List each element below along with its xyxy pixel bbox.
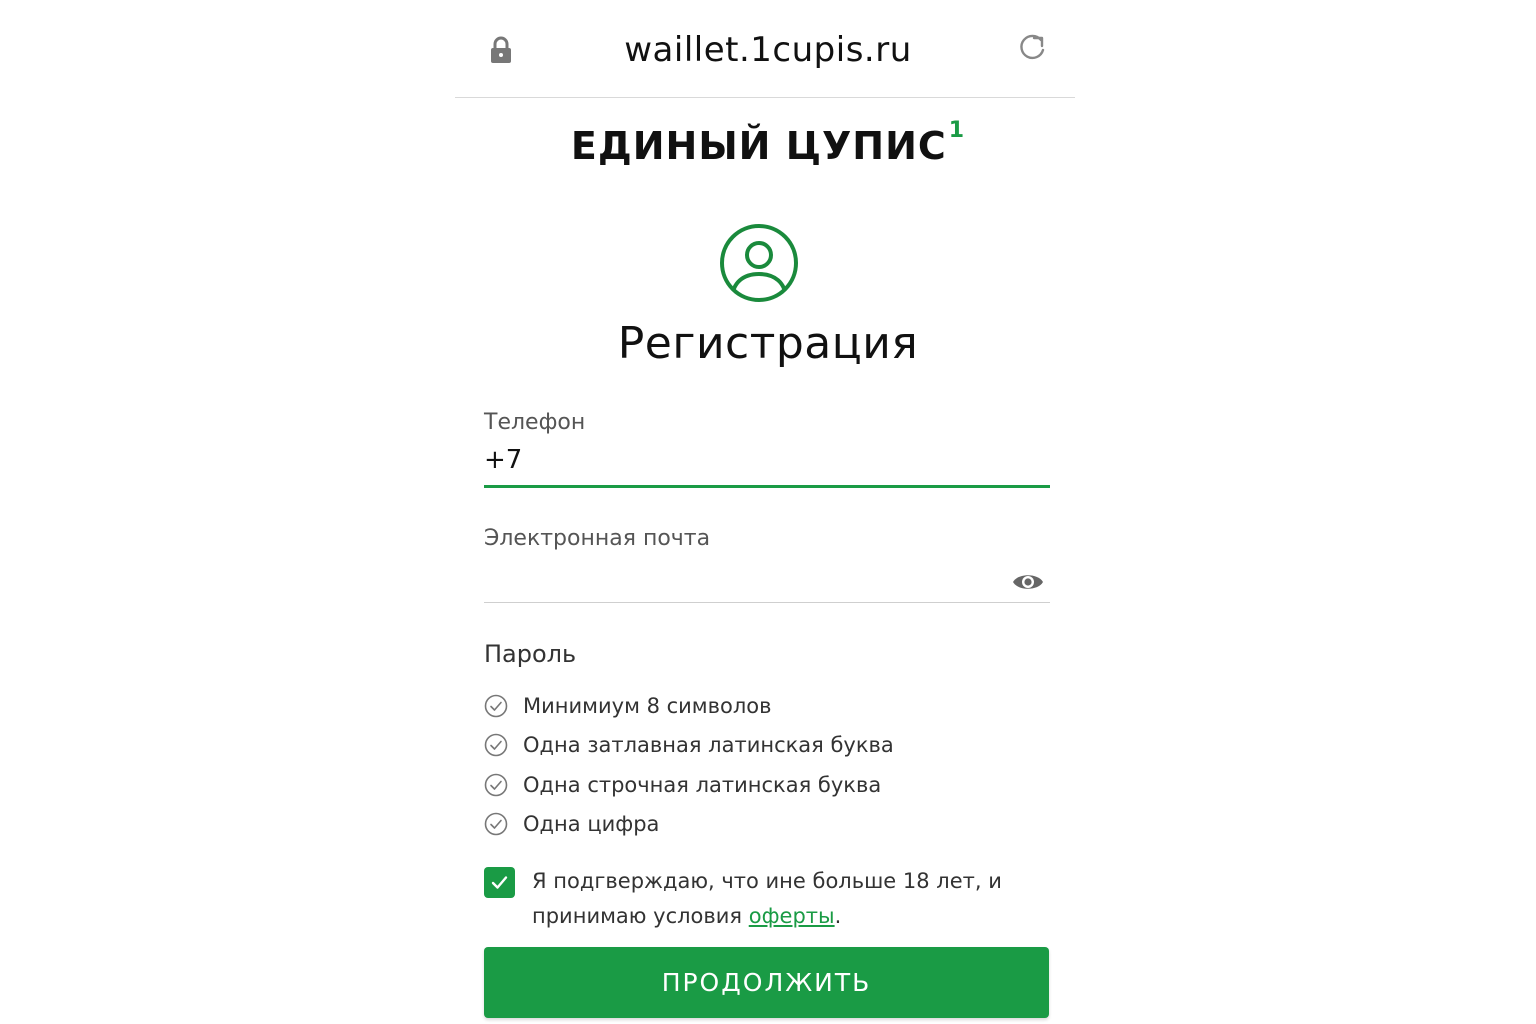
check-circle-icon [484, 733, 508, 757]
eye-icon[interactable] [1012, 570, 1044, 594]
consent-text-after: . [834, 904, 842, 928]
continue-button[interactable]: ПРОДОЛЖИТЬ [484, 947, 1049, 1018]
requirement-text: Одна цифра [523, 812, 660, 837]
consent-text: Я подгверждаю, что ине больше 18 лет, и … [532, 864, 1052, 934]
requirement-text: Минимиум 8 символов [523, 693, 772, 718]
email-label: Электронная почта [484, 526, 711, 551]
check-circle-icon [484, 773, 508, 797]
consent-checkbox[interactable] [484, 867, 515, 898]
password-requirements: Минимиум 8 символов Одна затлавная латин… [484, 686, 1050, 844]
page-title: Регистрация [617, 318, 919, 369]
brand-logo: ЕДИНЫЙ ЦУПИС1 [0, 118, 1536, 168]
phone-label: Телефон [484, 410, 586, 435]
requirement-text: Одна затлавная латинская буква [523, 733, 894, 758]
requirement-item: Минимиум 8 символов [484, 686, 1050, 726]
reload-icon[interactable] [1016, 32, 1048, 64]
check-circle-icon [484, 694, 508, 718]
email-field[interactable] [484, 560, 1050, 603]
brand-name: ЕДИНЫЙ ЦУПИС [570, 124, 947, 168]
phone-input[interactable]: +7 [484, 445, 1050, 479]
checkmark-icon [491, 876, 508, 889]
phone-underline [484, 485, 1050, 488]
check-circle-icon [484, 812, 508, 836]
requirement-item: Одна строчная латинская буква [484, 765, 1050, 805]
requirement-item: Одна цифра [484, 805, 1050, 845]
password-label: Пароль [484, 640, 577, 668]
url-text[interactable]: waillet.1cupis.ru [0, 30, 1536, 70]
offer-link[interactable]: оферты [749, 904, 835, 928]
user-circle-icon [720, 224, 798, 302]
brand-superscript: 1 [948, 118, 966, 143]
phone-field[interactable]: Телефон +7 [484, 410, 1050, 479]
email-field-group: Электронная почта [484, 526, 1050, 551]
page: waillet.1cupis.ru ЕДИНЫЙ ЦУПИС1 Регистра… [0, 0, 1536, 1024]
requirement-item: Одна затлавная латинская буква [484, 726, 1050, 766]
requirement-text: Одна строчная латинская буква [523, 772, 882, 797]
